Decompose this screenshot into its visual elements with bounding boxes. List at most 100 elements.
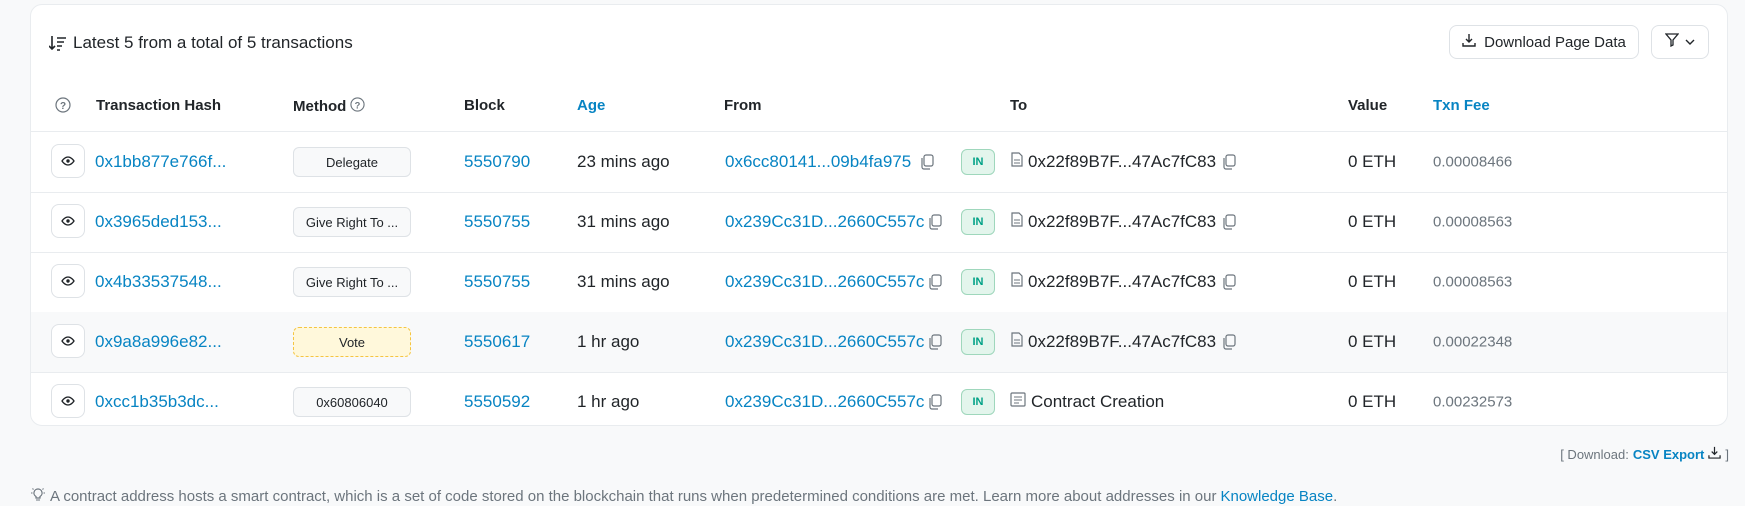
method-badge: Give Right To ... xyxy=(293,207,411,237)
block-link[interactable]: 5550755 xyxy=(464,272,530,292)
col-method: Method ? xyxy=(293,97,365,116)
block-link[interactable]: 5550755 xyxy=(464,212,530,232)
eye-button[interactable] xyxy=(51,324,85,358)
age-text: 1 hr ago xyxy=(577,392,640,411)
from-address-link[interactable]: 0x239Cc31D...2660C557c xyxy=(725,392,924,412)
copy-icon[interactable] xyxy=(1222,334,1236,350)
filter-icon xyxy=(1664,32,1680,52)
txn-fee-text: 0.00008563 xyxy=(1433,273,1513,291)
copy-icon[interactable] xyxy=(928,274,942,290)
download-page-data-button[interactable]: Download Page Data xyxy=(1449,25,1639,59)
eye-button[interactable] xyxy=(51,384,85,418)
age-text: 31 mins ago xyxy=(577,212,670,231)
table-row: 0x4b33537548... Give Right To ... 555075… xyxy=(31,252,1727,313)
copy-icon[interactable] xyxy=(1222,154,1236,170)
from-address-link[interactable]: 0x239Cc31D...2660C557c xyxy=(725,332,924,352)
contract-icon xyxy=(1010,392,1026,412)
footnote-end: . xyxy=(1333,487,1338,505)
from-address-link[interactable]: 0x239Cc31D...2660C557c xyxy=(725,272,924,292)
txn-fee-text: 0.00008466 xyxy=(1433,153,1513,171)
table-row: 0xcc1b35b3dc... 0x60806040 5550592 1 hr … xyxy=(31,372,1727,432)
col-block: Block xyxy=(464,97,505,114)
copy-icon[interactable] xyxy=(1222,214,1236,230)
help-icon[interactable]: ? xyxy=(55,97,71,113)
col-txn-fee[interactable]: Txn Fee xyxy=(1433,97,1490,114)
direction-badge: IN xyxy=(961,389,995,415)
footnote-text: A contract address hosts a smart contrac… xyxy=(50,487,1217,505)
transactions-card: Latest 5 from a total of 5 transactions … xyxy=(30,4,1728,426)
table-header: ? Transaction Hash Method ? Block Age Fr… xyxy=(31,77,1727,132)
copy-icon[interactable] xyxy=(1222,274,1236,290)
from-address-link[interactable]: 0x239Cc31D...2660C557c xyxy=(725,212,924,232)
txn-hash-link[interactable]: 0x9a8a996e82... xyxy=(95,332,222,352)
txn-fee-text: 0.00008563 xyxy=(1433,213,1513,231)
copy-icon[interactable] xyxy=(928,334,942,350)
eye-button[interactable] xyxy=(51,204,85,238)
direction-badge: IN xyxy=(961,209,995,235)
filter-button[interactable] xyxy=(1651,25,1709,59)
direction-badge: IN xyxy=(961,149,995,175)
col-value: Value xyxy=(1348,97,1388,114)
method-badge: Vote xyxy=(293,327,411,357)
method-badge: Delegate xyxy=(293,147,411,177)
download-icon[interactable] xyxy=(1708,446,1722,462)
direction-badge: IN xyxy=(961,269,995,295)
block-link[interactable]: 5550592 xyxy=(464,392,530,412)
document-icon xyxy=(1011,152,1023,172)
txn-hash-link[interactable]: 0xcc1b35b3dc... xyxy=(95,392,219,412)
direction-badge: IN xyxy=(961,329,995,355)
block-link[interactable]: 5550790 xyxy=(464,152,530,172)
txn-fee-text: 0.00022348 xyxy=(1433,333,1513,351)
value-text: 0 ETH xyxy=(1348,212,1397,231)
block-link[interactable]: 5550617 xyxy=(464,332,530,352)
eye-icon xyxy=(61,276,75,286)
value-text: 0 ETH xyxy=(1348,392,1397,411)
txn-hash-link[interactable]: 0x3965ded153... xyxy=(95,212,222,232)
table-row: 0x3965ded153... Give Right To ... 555075… xyxy=(31,192,1727,253)
copy-icon[interactable] xyxy=(928,214,942,230)
col-to: To xyxy=(1010,97,1028,114)
document-icon xyxy=(1011,212,1023,232)
method-badge: Give Right To ... xyxy=(293,267,411,297)
document-icon xyxy=(1011,272,1023,292)
to-address[interactable]: 0x22f89B7F...47Ac7fC83 xyxy=(1028,152,1216,172)
footnote: A contract address hosts a smart contrac… xyxy=(30,486,1337,506)
table-row: 0x9a8a996e82... Vote 5550617 1 hr ago 0x… xyxy=(31,312,1727,373)
chevron-down-icon xyxy=(1685,33,1695,51)
value-text: 0 ETH xyxy=(1348,272,1397,291)
txn-hash-link[interactable]: 0x1bb877e766f... xyxy=(95,152,226,172)
age-text: 31 mins ago xyxy=(577,272,670,291)
col-method-label: Method xyxy=(293,98,347,115)
copy-icon[interactable] xyxy=(928,394,942,410)
txn-hash-link[interactable]: 0x4b33537548... xyxy=(95,272,222,292)
contract-creation-text: Contract Creation xyxy=(1031,392,1165,411)
value-text: 0 ETH xyxy=(1348,152,1397,171)
eye-icon xyxy=(61,396,75,406)
download-prefix: [ Download: xyxy=(1560,446,1629,462)
download-icon xyxy=(1462,33,1476,51)
age-text: 1 hr ago xyxy=(577,332,640,351)
copy-icon[interactable] xyxy=(920,154,934,170)
document-icon xyxy=(1011,332,1023,352)
csv-export-link[interactable]: CSV Export xyxy=(1633,447,1705,462)
svg-text:?: ? xyxy=(355,100,361,110)
download-page-data-label: Download Page Data xyxy=(1484,33,1626,51)
eye-icon xyxy=(61,216,75,226)
eye-icon xyxy=(61,156,75,166)
txn-fee-text: 0.00232573 xyxy=(1433,393,1513,411)
eye-icon xyxy=(61,336,75,346)
col-age[interactable]: Age xyxy=(577,97,605,114)
to-address[interactable]: 0x22f89B7F...47Ac7fC83 xyxy=(1028,212,1216,232)
value-text: 0 ETH xyxy=(1348,332,1397,351)
eye-button[interactable] xyxy=(51,264,85,298)
to-address[interactable]: 0x22f89B7F...47Ac7fC83 xyxy=(1028,272,1216,292)
lightbulb-icon xyxy=(30,486,46,506)
eye-button[interactable] xyxy=(51,144,85,178)
method-help-icon[interactable]: ? xyxy=(350,97,365,116)
table-row: 0x1bb877e766f... Delegate 5550790 23 min… xyxy=(31,132,1727,193)
to-address[interactable]: 0x22f89B7F...47Ac7fC83 xyxy=(1028,332,1216,352)
from-address-link[interactable]: 0x6cc80141...09b4fa975 xyxy=(725,152,911,172)
svg-text:?: ? xyxy=(60,101,66,112)
knowledge-base-link[interactable]: Knowledge Base xyxy=(1220,488,1333,505)
method-badge: 0x60806040 xyxy=(293,387,411,417)
